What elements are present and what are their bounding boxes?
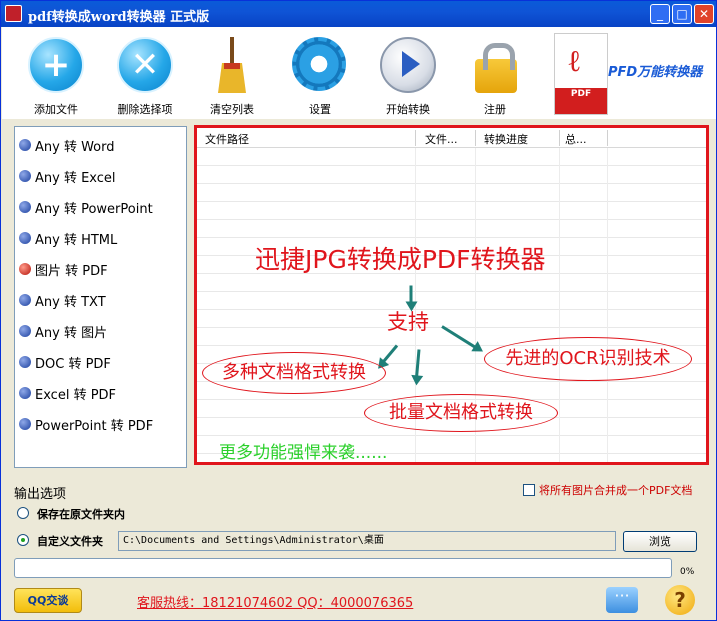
mode-item[interactable]: Any 转 Word <box>19 135 115 155</box>
pdf-badge: PDF <box>555 88 607 114</box>
radio-ball-icon <box>19 418 31 430</box>
promo-ocr: 先进的OCR识别技术 <box>484 337 692 381</box>
gear-icon <box>292 37 346 91</box>
mode-item-selected[interactable]: 图片 转 PDF <box>19 259 108 279</box>
promo-headline: 迅捷JPG转换成PDF转换器 <box>255 245 546 274</box>
radio-ball-icon <box>19 294 31 306</box>
promo-multi-format: 多种文档格式转换 <box>202 352 386 394</box>
mode-label: Any 转 PowerPoint <box>35 201 153 217</box>
register-button[interactable]: 注册 <box>455 33 535 117</box>
play-icon <box>380 37 436 93</box>
mode-item[interactable]: Excel 转 PDF <box>19 383 116 403</box>
grid-column-line <box>607 148 608 462</box>
title-bar[interactable]: pdf转换成word转换器 正式版 _ □ ✕ <box>1 1 716 27</box>
radio-ball-icon <box>19 139 31 151</box>
mode-item[interactable]: Any 转 图片 <box>19 321 107 341</box>
app-icon <box>5 5 22 22</box>
mode-item[interactable]: Any 转 PowerPoint <box>19 197 153 217</box>
merge-pdf-label: 将所有图片合并成一个PDF文档 <box>539 484 693 497</box>
mode-label: Any 转 TXT <box>35 294 106 310</box>
radio-ball-icon <box>19 170 31 182</box>
qq-chat-button[interactable]: QQ交谈 <box>14 588 82 613</box>
column-header-progress[interactable]: 转换进度 <box>484 131 528 147</box>
checkbox-icon[interactable] <box>523 484 535 496</box>
chat-bubble-icon[interactable]: ··· <box>606 587 638 613</box>
pdf-logo: ℓ PDF <box>554 33 608 115</box>
start-convert-button[interactable]: 开始转换 <box>368 33 448 117</box>
settings-label: 设置 <box>309 103 331 116</box>
conversion-progress-bar <box>14 558 672 578</box>
toolbar: + 添加文件 ✕ 删除选择项 清空列表 设置 开始转换 注册 ℓ PDF PFD… <box>2 27 716 119</box>
column-divider <box>559 130 560 146</box>
mode-label: Any 转 Word <box>35 139 115 155</box>
delete-selected-button[interactable]: ✕ 删除选择项 <box>105 33 185 117</box>
mode-item[interactable]: Any 转 TXT <box>19 290 106 310</box>
mode-label: DOC 转 PDF <box>35 356 111 372</box>
mode-item[interactable]: DOC 转 PDF <box>19 352 111 372</box>
mode-label: Excel 转 PDF <box>35 387 117 403</box>
output-options-title: 输出选项 <box>14 487 67 502</box>
mode-label: 图片 转 PDF <box>35 263 108 279</box>
x-icon: ✕ <box>117 37 173 93</box>
clear-list-label: 清空列表 <box>210 103 254 116</box>
mode-item[interactable]: Any 转 HTML <box>19 228 117 248</box>
mode-item[interactable]: PowerPoint 转 PDF <box>19 414 153 434</box>
clear-list-button[interactable]: 清空列表 <box>192 33 272 117</box>
merge-pdf-checkbox[interactable]: 将所有图片合并成一个PDF文档 <box>523 482 692 498</box>
minimize-button[interactable]: _ <box>650 4 670 24</box>
arrow-down-icon <box>409 285 413 304</box>
column-header-file[interactable]: 文件... <box>425 131 458 147</box>
settings-button[interactable]: 设置 <box>280 33 360 117</box>
keep-original-label: 保存在原文件夹内 <box>37 508 125 521</box>
column-header-path[interactable]: 文件路径 <box>205 131 249 147</box>
maximize-button[interactable]: □ <box>672 4 692 24</box>
plus-icon: + <box>28 37 84 93</box>
column-header-total[interactable]: 总... <box>565 131 587 147</box>
start-convert-label: 开始转换 <box>386 103 430 116</box>
brand-text: PFD万能转换器 <box>608 65 703 80</box>
custom-folder-label: 自定义文件夹 <box>37 535 103 548</box>
browse-button[interactable]: 浏览 <box>623 531 697 552</box>
app-window: pdf转换成word转换器 正式版 _ □ ✕ + 添加文件 ✕ 删除选择项 清… <box>0 0 717 621</box>
mode-label: PowerPoint 转 PDF <box>35 418 154 434</box>
grid-column-line <box>559 148 560 462</box>
column-divider <box>607 130 608 146</box>
help-icon[interactable]: ? <box>665 585 695 615</box>
custom-folder-radio[interactable] <box>17 534 29 546</box>
file-list-panel[interactable]: 文件路径 文件... 转换进度 总... 迅捷JPG转换成PDF转换器 支持 多… <box>194 125 709 465</box>
lock-icon <box>475 43 517 93</box>
mode-label: Any 转 HTML <box>35 232 118 248</box>
promo-more: 更多功能强悍来袭...... <box>219 443 388 463</box>
radio-ball-icon <box>19 356 31 368</box>
conversion-mode-list: Any 转 Word Any 转 Excel Any 转 PowerPoint … <box>14 126 187 468</box>
add-file-label: 添加文件 <box>34 103 78 116</box>
radio-ball-icon <box>19 325 31 337</box>
mode-label: Any 转 图片 <box>35 325 108 341</box>
radio-ball-icon <box>19 232 31 244</box>
keep-original-radio[interactable] <box>17 507 29 519</box>
table-header: 文件路径 文件... 转换进度 总... <box>197 128 706 148</box>
radio-ball-icon <box>19 387 31 399</box>
progress-percent: 0% <box>680 567 695 577</box>
radio-ball-selected-icon <box>19 263 31 275</box>
hotline-link[interactable]: 客服热线：18121074602 QQ：4000076365 <box>137 592 413 611</box>
broom-icon <box>218 37 246 93</box>
column-divider <box>475 130 476 146</box>
delete-selected-label: 删除选择项 <box>117 103 173 116</box>
output-path-field[interactable]: C:\Documents and Settings\Administrator\… <box>118 531 616 551</box>
mode-item[interactable]: Any 转 Excel <box>19 166 116 186</box>
column-divider <box>415 130 416 146</box>
close-button[interactable]: ✕ <box>694 4 714 24</box>
mode-label: Any 转 Excel <box>35 170 116 186</box>
acrobat-icon: ℓ <box>567 44 582 79</box>
add-file-button[interactable]: + 添加文件 <box>16 33 96 117</box>
radio-ball-icon <box>19 201 31 213</box>
register-label: 注册 <box>484 103 506 116</box>
promo-batch: 批量文档格式转换 <box>364 394 558 432</box>
window-title: pdf转换成word转换器 正式版 <box>28 10 210 25</box>
